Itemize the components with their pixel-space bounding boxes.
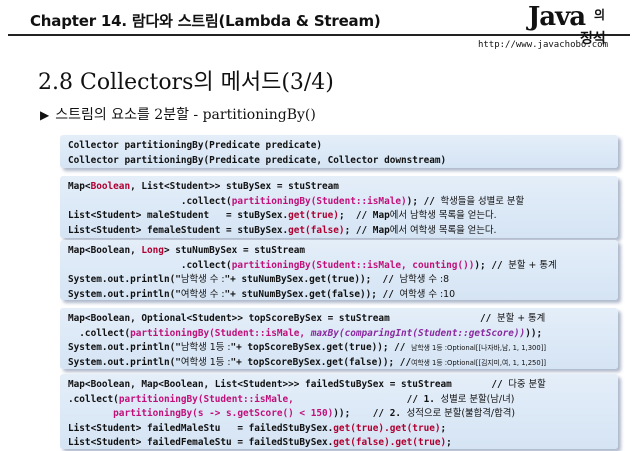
code-block: Map<Boolean, Map<Boolean, List<Student>>… (60, 374, 618, 451)
code-comment: 남학생 1등 :Optional[[나자바,남, 1, 1,300]] (411, 344, 546, 352)
code-keyword: get(false).get(true) (333, 437, 447, 448)
code-text: List<Student> failedFemaleStu = failedSt… (68, 437, 334, 448)
code-text: .collect( (68, 393, 119, 405)
code-text: .collect( (68, 259, 232, 271)
code-comment: 여학생 수 :10 (399, 288, 456, 300)
code-text: ; // Map (344, 224, 390, 236)
code-string: 여학생 수 : (180, 288, 225, 300)
code-text: )); // 2. (333, 408, 407, 419)
code-highlight: partitioningBy(Student::isMale, (118, 393, 294, 405)
code-text: ; (440, 422, 447, 434)
code-string: 남학생 1등 : (180, 342, 231, 353)
code-text: "+ topScoreBySex.get(false)); // (230, 356, 412, 368)
code-box-maxby: Map<Boolean, Optional<Student>> topScore… (60, 308, 618, 369)
slide-title: 2.8 Collectors의 메서드(3/4) (38, 70, 334, 95)
code-box-counting: Map<Boolean, Long> stuNumBySex = stuStre… (60, 240, 618, 300)
code-comment: 여학생 1등 :Optional[[김지미,여, 1, 1,250]] (411, 358, 546, 367)
code-text: Map< (68, 181, 91, 192)
slide-header: Chapter 14. 람다와 스트림(Lambda & Stream) htt… (0, 0, 638, 52)
code-text: , List<Student>> stuBySex = stuStream (130, 181, 339, 192)
code-block: Map<Boolean, List<Student>> stuBySex = s… (60, 176, 618, 238)
bullet-point: ▶ 스트림의 요소를 2분할 - partitioningBy() (40, 104, 316, 124)
code-text: ); // (474, 259, 509, 271)
code-comment: 다중 분할 (508, 379, 546, 390)
code-text: .collect( (68, 195, 232, 207)
code-highlight: partitioningBy(Student::isMale, counting… (231, 259, 475, 271)
code-comment: 분할 + 통계 (496, 313, 546, 324)
code-keyword: get(false) (288, 224, 345, 236)
code-text: List<Student> maleStudent = stuBySex. (68, 210, 289, 221)
code-text: "+ stuNumBySex.get(false)); // (224, 288, 400, 300)
code-box-multi-partition: Map<Boolean, Map<Boolean, List<Student>>… (60, 374, 618, 449)
code-block: Map<Boolean, Optional<Student>> topScore… (60, 308, 618, 370)
code-comment: 성별로 분할(남/녀) (440, 393, 515, 405)
code-text: List<Student> failedMaleStu = failedStuB… (68, 422, 334, 434)
code-comment: 성적으로 분할(불합격/합격) (406, 408, 515, 419)
code-keyword: get(true).get(true) (333, 422, 441, 434)
code-box-partition: Map<Boolean, List<Student>> stuBySex = s… (60, 176, 618, 238)
code-highlight: partitioningBy(Student::isMale) (231, 195, 407, 207)
code-keyword: Boolean (90, 181, 131, 192)
code-text: "+ stuNumBySex.get(true)); // (224, 274, 400, 285)
code-text: Map<Boolean, Map<Boolean, List<Student>>… (68, 379, 509, 390)
code-text: Map<Boolean, Optional<Student>> topScore… (68, 313, 497, 324)
chapter-title: Chapter 14. 람다와 스트림(Lambda & Stream) (30, 12, 381, 30)
header-rule (8, 34, 630, 36)
code-text: System.out.println(" (68, 288, 181, 300)
code-text: List<Student> femaleStudent = stuBySex. (68, 224, 289, 236)
code-text: ); // (406, 195, 441, 207)
code-block: Map<Boolean, Long> stuNumBySex = stuStre… (60, 240, 618, 302)
java-logo-sub1: 의 (594, 8, 606, 22)
java-logo-sub2: 정석 (580, 31, 606, 47)
code-text: // 1. (293, 393, 441, 405)
code-text: System.out.println(" (68, 274, 181, 285)
code-highlight-italic: maxBy(comparingInt(Student::getScore)) (310, 327, 526, 339)
code-keyword: Long (141, 245, 164, 256)
code-comment: 에서 여학생 목록을 얻는다. (389, 224, 497, 236)
code-highlight: partitioningBy(Student::isMale, (130, 327, 311, 339)
code-comment: 학생들을 성별로 분할 (440, 195, 525, 207)
code-text: )); (525, 327, 543, 339)
code-text: ; // Map (338, 210, 390, 221)
code-keyword: get(true) (288, 210, 339, 221)
code-box-signatures: Collector partitioningBy(Predicate predi… (60, 135, 618, 168)
java-logo-word: Java (528, 2, 586, 32)
code-line: Collector partitioningBy(Predicate predi… (68, 154, 447, 166)
code-highlight: partitioningBy(s -> s.getScore() < 150) (113, 408, 334, 419)
code-text: .collect( (68, 327, 131, 339)
code-block: Collector partitioningBy(Predicate predi… (60, 135, 618, 168)
bullet-text: 스트림의 요소를 2분할 - partitioningBy() (55, 107, 316, 123)
code-string: 여학생 1등 : (180, 356, 231, 368)
code-text: "+ topScoreBySex.get(true)); // (230, 342, 412, 353)
triangle-bullet-icon: ▶ (40, 108, 50, 122)
code-text: System.out.println(" (68, 356, 181, 368)
code-string: 남학생 수 : (180, 274, 225, 285)
code-text: > stuNumBySex = stuStream (163, 245, 306, 256)
code-comment: 남학생 수 :8 (399, 274, 450, 285)
code-comment: 분할 + 통계 (508, 259, 557, 271)
code-comment: 에서 남학생 목록을 얻는다. (389, 210, 497, 221)
code-text: Map<Boolean, (68, 245, 142, 256)
code-text: System.out.println(" (68, 342, 181, 353)
code-line: Collector partitioningBy(Predicate predi… (68, 140, 322, 151)
code-text: ; (446, 437, 452, 448)
